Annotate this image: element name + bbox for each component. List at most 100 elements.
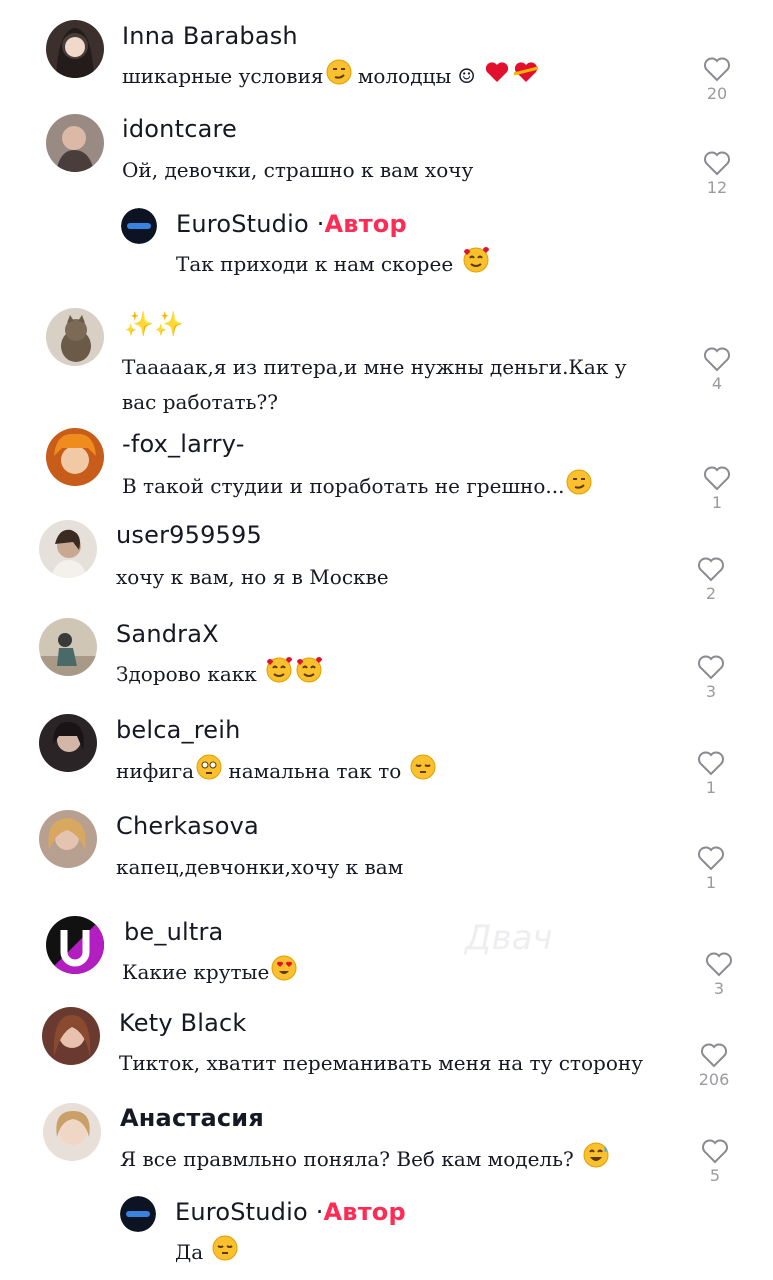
sweat-smile-emoji-icon: [582, 1142, 610, 1179]
like-button[interactable]: 20: [697, 56, 737, 103]
like-count: 12: [706, 178, 728, 197]
comment-text: шикарные условия молодцы ☺: [122, 59, 540, 96]
comment-username[interactable]: user959595: [116, 521, 262, 549]
author-badge: Автор: [324, 210, 407, 238]
like-button[interactable]: 4: [697, 346, 737, 393]
like-button[interactable]: 12: [697, 150, 737, 197]
like-button[interactable]: 5: [695, 1138, 735, 1185]
pensive-emoji-icon: [212, 1235, 238, 1272]
comment-text-part: молодцы ☺: [357, 64, 476, 88]
comment-username[interactable]: SandraX: [116, 620, 219, 648]
avatar[interactable]: [42, 1007, 100, 1065]
reply-username[interactable]: EuroStudio: [176, 210, 309, 238]
comment-username[interactable]: belca_reih: [116, 716, 241, 744]
heart-outline-icon: [704, 347, 730, 372]
smiling-hearts-emoji-icon: [462, 247, 490, 284]
reply-username-line: EuroStudio ·Автор: [176, 210, 407, 238]
avatar[interactable]: [43, 1103, 101, 1161]
watermark: Двач: [465, 918, 553, 958]
like-button[interactable]: 3: [699, 951, 739, 998]
like-count: 1: [705, 873, 717, 892]
like-count: 5: [709, 1166, 721, 1185]
comment-text-part: намальна так то: [228, 759, 402, 783]
pensive-emoji-icon: [410, 754, 436, 791]
comment-text: Тааааак,я из питера,и мне нужны деньги.К…: [122, 355, 627, 414]
like-button[interactable]: 2: [691, 556, 731, 603]
reply-avatar[interactable]: [120, 1196, 156, 1232]
comment-text-part: нифига: [116, 759, 195, 783]
heart-outline-icon: [698, 557, 724, 582]
smiling-hearts-emoji-icon: [295, 657, 323, 694]
like-button[interactable]: 1: [691, 750, 731, 797]
reply-text-part: Так приходи к нам скорее: [176, 252, 454, 276]
comment-username[interactable]: be_ultra: [124, 918, 223, 946]
reply-text-part: Да: [175, 1240, 204, 1264]
like-button[interactable]: 206: [694, 1042, 734, 1089]
comment-username[interactable]: Анастасия: [120, 1104, 264, 1132]
comment-text: Здорово какк: [116, 657, 323, 694]
smirk-emoji-icon: [326, 59, 352, 96]
flushed-emoji-icon: [196, 754, 222, 791]
comment-text-part: Я все правмльно поняла? Веб кам модель?: [120, 1147, 574, 1171]
separator-dot: ·: [315, 1198, 324, 1226]
avatar[interactable]: [46, 916, 104, 974]
heart-outline-icon: [704, 466, 730, 491]
comment-username[interactable]: ✨✨: [124, 310, 184, 338]
reply-text: Так приходи к нам скорее: [176, 247, 490, 284]
reply-username[interactable]: EuroStudio: [175, 1198, 308, 1226]
like-button[interactable]: 1: [697, 465, 737, 512]
comment-text: Я все правмльно поняла? Веб кам модель?: [120, 1142, 610, 1179]
smiling-hearts-emoji-icon: [265, 657, 293, 694]
avatar[interactable]: [46, 114, 104, 172]
comment-username[interactable]: Inna Barabash: [122, 22, 298, 50]
avatar[interactable]: [39, 618, 97, 676]
like-count: 3: [705, 682, 717, 701]
avatar[interactable]: [39, 520, 97, 578]
heart-outline-icon: [702, 1139, 728, 1164]
like-count: 20: [706, 84, 728, 103]
heart-outline-icon: [698, 751, 724, 776]
like-count: 206: [698, 1070, 730, 1089]
heart-outline-icon: [706, 952, 732, 977]
comment-text: капец,девчонки,хочу к вам: [116, 855, 404, 879]
comment-text-part: шикарные условия: [122, 64, 324, 88]
avatar[interactable]: [46, 20, 104, 78]
comment-username[interactable]: Kety Black: [119, 1009, 246, 1037]
comment-text: Тикток, хватит переманивать меня на ту с…: [119, 1051, 643, 1075]
separator-dot: ·: [316, 210, 325, 238]
like-count: 4: [711, 374, 723, 393]
avatar[interactable]: [46, 428, 104, 486]
comment-text: Ой, девочки, страшно к вам хочу: [122, 158, 474, 182]
comment-username[interactable]: Cherkasova: [116, 812, 259, 840]
reply-text: Да: [175, 1235, 238, 1272]
avatar[interactable]: [39, 714, 97, 772]
comment-text: В такой студии и поработать не грешно...: [122, 469, 592, 506]
comment-username[interactable]: -fox_larry-: [122, 430, 245, 458]
like-count: 2: [705, 584, 717, 603]
comment-text-part: В такой студии и поработать не грешно...: [122, 474, 565, 498]
avatar[interactable]: [39, 810, 97, 868]
comment-text: Какие крутые: [122, 955, 297, 992]
comment-text: хочу к вам, но я в Москве: [116, 565, 389, 589]
like-count: 1: [705, 778, 717, 797]
heart-outline-icon: [701, 1043, 727, 1068]
like-count: 3: [713, 979, 725, 998]
red-heart-icon: [484, 60, 510, 95]
like-button[interactable]: 3: [691, 654, 731, 701]
heart-outline-icon: [698, 846, 724, 871]
heart-ribbon-icon: [512, 60, 540, 95]
avatar[interactable]: [46, 308, 104, 366]
author-badge: Автор: [323, 1198, 406, 1226]
heart-outline-icon: [704, 57, 730, 82]
heart-eyes-emoji-icon: [271, 955, 297, 992]
like-button[interactable]: 1: [691, 845, 731, 892]
comment-username[interactable]: idontcare: [122, 115, 237, 143]
heart-outline-icon: [704, 151, 730, 176]
like-count: 1: [711, 493, 723, 512]
smirk-emoji-icon: [566, 469, 592, 506]
heart-outline-icon: [698, 655, 724, 680]
reply-avatar[interactable]: [121, 208, 157, 244]
comment-text-part: Какие крутые: [122, 960, 270, 984]
comment-text: нифига намальна так то: [116, 754, 436, 791]
comment-text-part: Здорово какк: [116, 662, 257, 686]
